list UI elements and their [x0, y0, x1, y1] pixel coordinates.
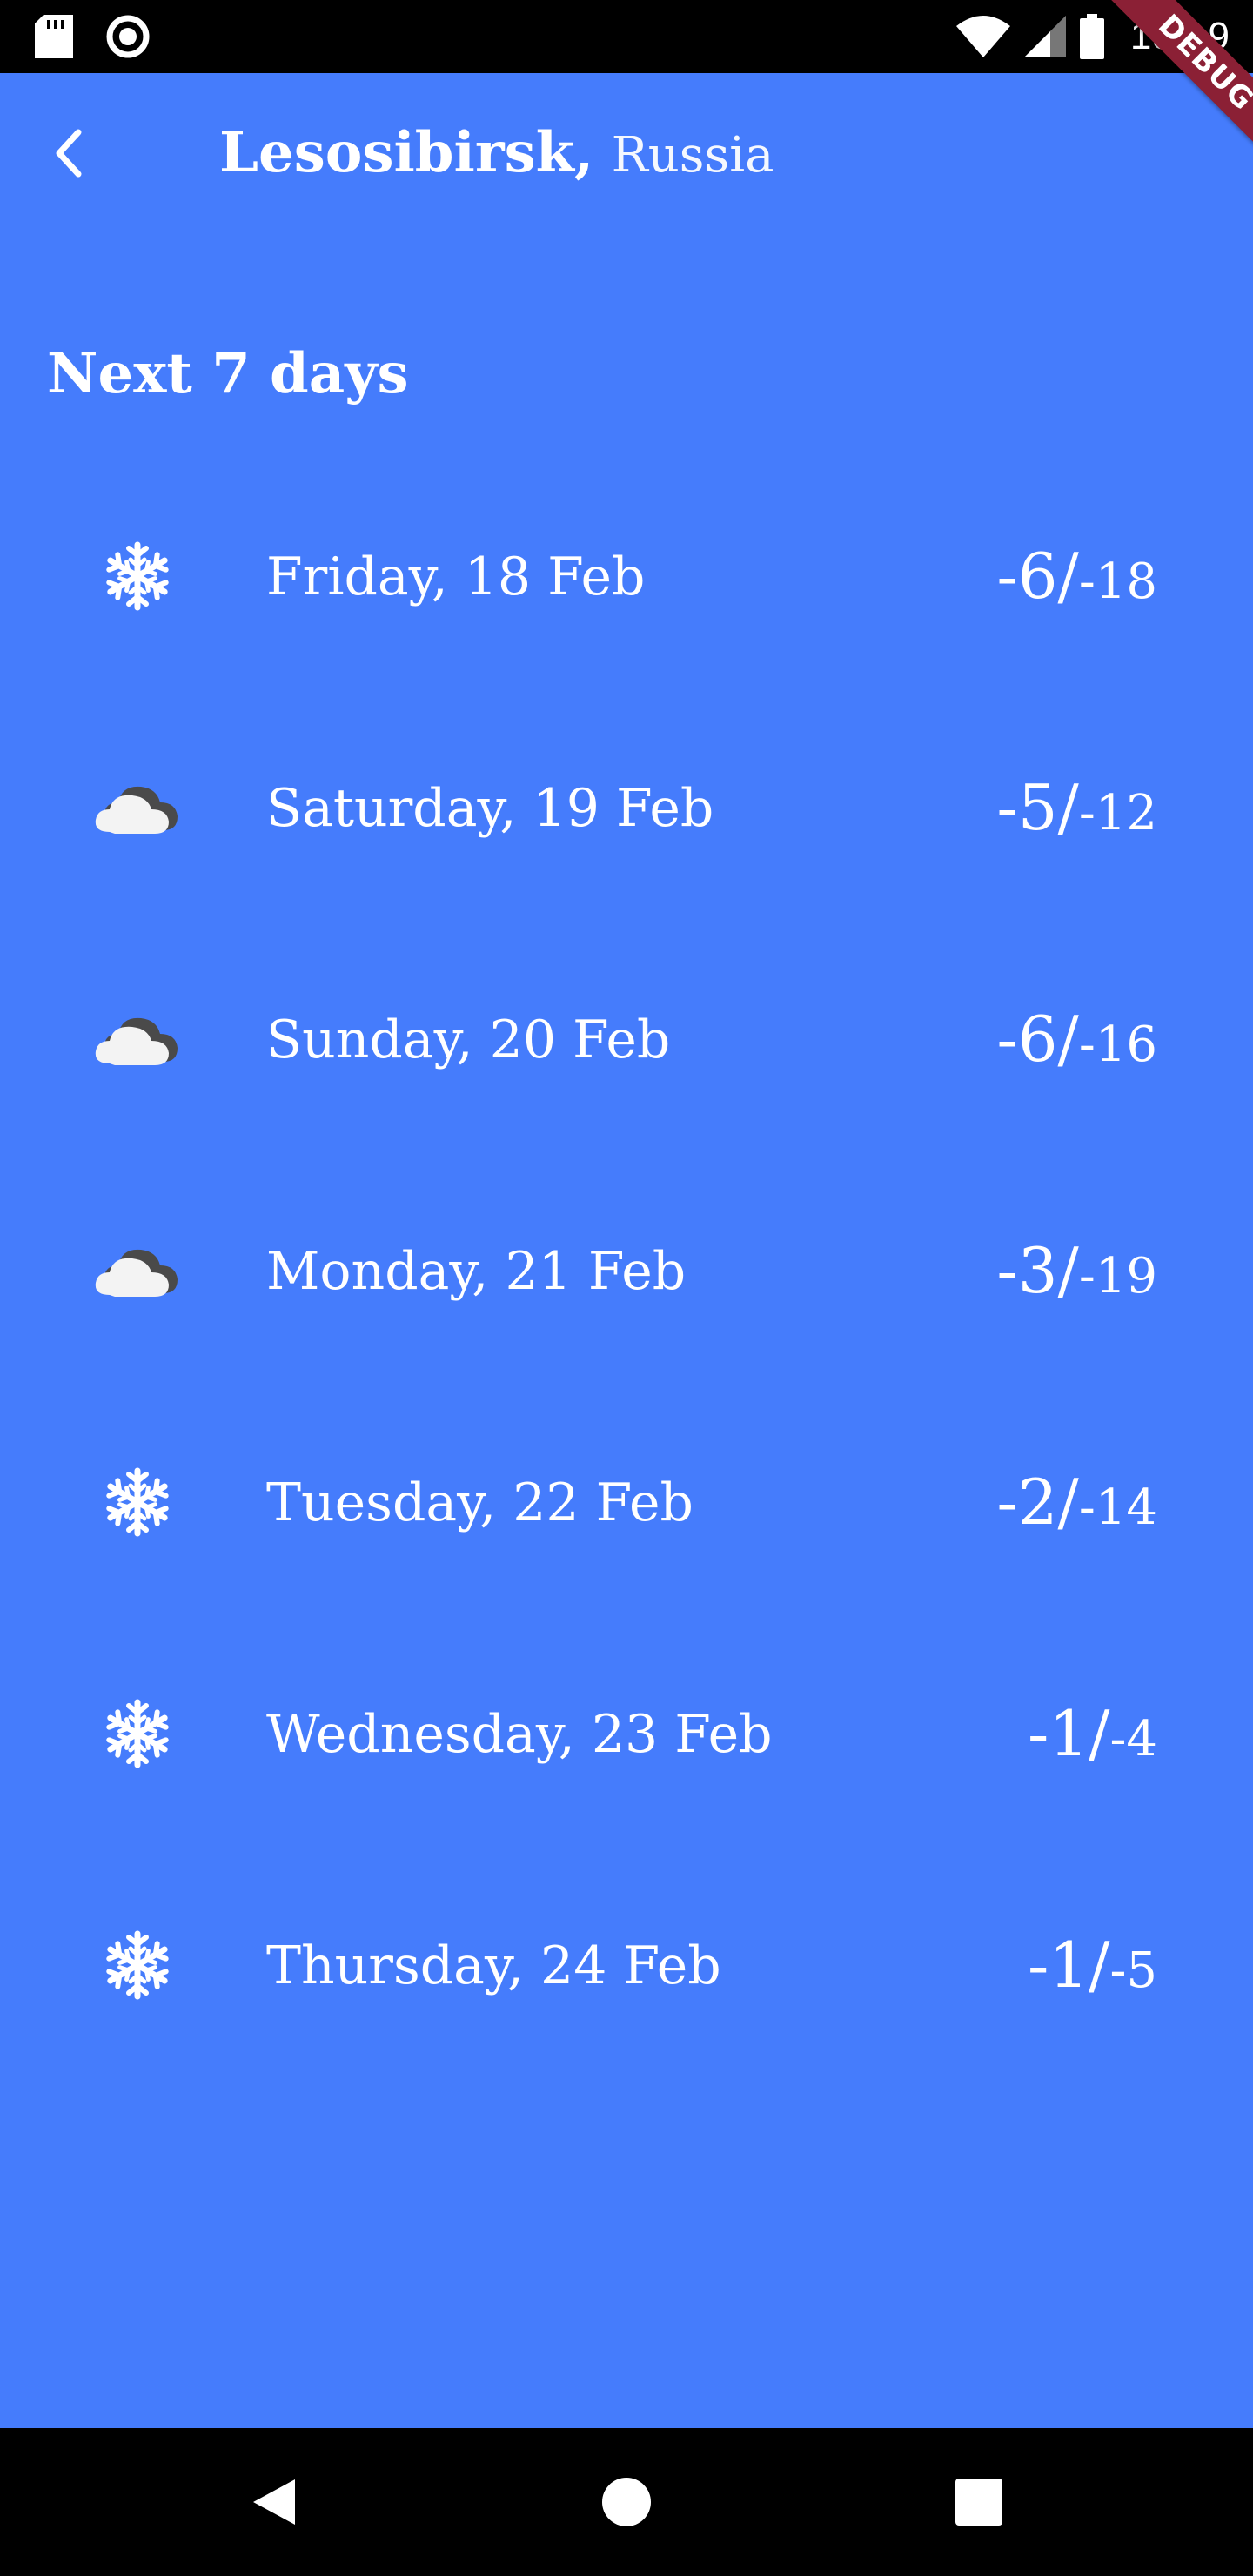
back-button[interactable] — [35, 118, 104, 188]
app-screen: Lesosibirsk, Russia Next 7 days Friday, … — [0, 73, 1253, 2428]
forecast-temperature: -6/-16 — [996, 1004, 1157, 1091]
sd-card-icon — [35, 15, 73, 58]
nav-recents-button[interactable] — [940, 2463, 1018, 2541]
forecast-row: Sunday, 20 Feb -6/-16 — [0, 978, 1253, 1210]
forecast-day: Saturday, 19 Feb — [266, 778, 714, 839]
forecast-temperature: -1/-5 — [1028, 1930, 1157, 2017]
forecast-day: Wednesday, 23 Feb — [266, 1704, 773, 1765]
forecast-day: Tuesday, 22 Feb — [266, 1472, 694, 1533]
nav-home-icon — [602, 2478, 651, 2526]
temp-high: -6 — [996, 540, 1058, 613]
temp-high: -5 — [996, 771, 1058, 844]
forecast-day: Friday, 18 Feb — [266, 547, 646, 607]
temp-separator: / — [1057, 771, 1079, 844]
forecast-temperature: -3/-19 — [996, 1236, 1157, 1323]
forecast-list: Friday, 18 Feb -6/-18 Saturday, 19 Feb -5/-… — [0, 515, 1253, 2136]
nav-back-button[interactable] — [235, 2463, 313, 2541]
temp-separator: / — [1089, 1697, 1110, 1770]
city-name: Lesosibirsk, — [219, 120, 594, 185]
temp-high: -3 — [996, 1234, 1058, 1307]
temp-low: -18 — [1078, 553, 1157, 610]
temp-separator: / — [1057, 1234, 1079, 1307]
cell-signal-icon — [1023, 16, 1066, 57]
snowflake-icon — [87, 1441, 188, 1563]
temp-separator: / — [1089, 1929, 1110, 2002]
forecast-day: Thursday, 24 Feb — [266, 1935, 721, 1996]
snowflake-icon — [87, 515, 188, 637]
temp-low: -12 — [1078, 785, 1157, 842]
forecast-temperature: -6/-18 — [996, 541, 1157, 628]
temp-high: -6 — [996, 1003, 1058, 1076]
temp-low: -19 — [1078, 1248, 1157, 1305]
cloud-icon — [87, 747, 188, 869]
temp-low: -5 — [1109, 1942, 1157, 1999]
snowflake-icon — [87, 1904, 188, 2026]
nav-back-icon — [253, 2479, 295, 2525]
record-icon — [106, 15, 150, 58]
app-bar: Lesosibirsk, Russia — [0, 73, 1253, 247]
section-title: Next 7 days — [47, 341, 409, 406]
forecast-row: Wednesday, 23 Feb -1/-4 — [0, 1673, 1253, 1904]
country-name: Russia — [611, 127, 774, 184]
temp-high: -1 — [1028, 1929, 1089, 2002]
nav-recents-icon — [955, 2479, 1002, 2526]
navigation-bar — [0, 2428, 1253, 2576]
debug-banner-container: DEBUG — [1079, 0, 1253, 174]
forecast-row: Monday, 21 Feb -3/-19 — [0, 1210, 1253, 1441]
forecast-temperature: -1/-4 — [1028, 1699, 1157, 1786]
forecast-day: Monday, 21 Feb — [266, 1241, 687, 1302]
temp-low: -14 — [1078, 1479, 1157, 1536]
snowflake-icon — [87, 1673, 188, 1794]
temp-separator: / — [1057, 1466, 1079, 1539]
forecast-row: Thursday, 24 Feb -1/-5 — [0, 1904, 1253, 2136]
status-left — [35, 15, 150, 58]
forecast-row: Saturday, 19 Feb -5/-12 — [0, 747, 1253, 978]
cloud-icon — [87, 1210, 188, 1332]
forecast-row: Friday, 18 Feb -6/-18 — [0, 515, 1253, 747]
debug-banner: DEBUG — [1091, 0, 1253, 174]
temp-high: -1 — [1028, 1697, 1089, 1770]
chevron-left-icon — [56, 129, 82, 178]
temp-separator: / — [1057, 1003, 1079, 1076]
cloud-icon — [87, 978, 188, 1100]
forecast-temperature: -5/-12 — [996, 773, 1157, 860]
page-title: Lesosibirsk, Russia — [219, 122, 774, 187]
nav-home-button[interactable] — [587, 2463, 666, 2541]
temp-separator: / — [1057, 540, 1079, 613]
wifi-icon — [955, 16, 1010, 57]
forecast-day: Sunday, 20 Feb — [266, 1010, 671, 1070]
temp-low: -16 — [1078, 1016, 1157, 1073]
status-bar: 15:19 — [0, 0, 1253, 73]
temp-low: -4 — [1109, 1711, 1157, 1768]
forecast-temperature: -2/-14 — [996, 1467, 1157, 1554]
forecast-row: Tuesday, 22 Feb -2/-14 — [0, 1441, 1253, 1673]
temp-high: -2 — [996, 1466, 1058, 1539]
